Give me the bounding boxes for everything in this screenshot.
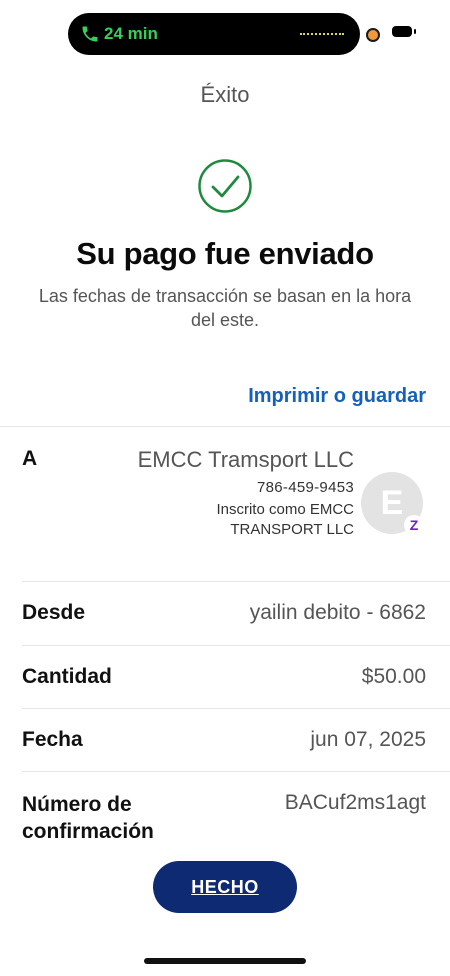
from-value: yailin debito - 6862 — [249, 601, 426, 624]
print-or-save-link[interactable]: Imprimir o guardar — [248, 385, 426, 408]
camera-indicator-icon — [366, 28, 380, 42]
from-label: Desde — [22, 601, 86, 624]
dynamic-island[interactable]: 24 min — [68, 13, 360, 55]
recipient-info: EMCC Tramsport LLC 786-459-9453 Inscrito… — [134, 446, 354, 540]
amount-label: Cantidad — [22, 665, 112, 688]
call-duration: 24 min — [104, 24, 158, 43]
amount-value: $50.00 — [361, 665, 426, 688]
recipient-name: EMCC Tramsport LLC — [137, 447, 354, 472]
success-check-icon — [198, 159, 252, 213]
zelle-badge-icon: Z — [404, 515, 424, 535]
success-headline: Su pago fue enviado — [76, 236, 374, 271]
divider — [22, 581, 450, 582]
audio-wave-icon — [300, 33, 344, 35]
confirmation-label: Número de confirmación — [22, 793, 154, 843]
zelle-glyph: Z — [409, 517, 419, 533]
confirmation-value: BACuf2ms1agt — [284, 791, 426, 814]
divider — [22, 708, 450, 709]
recipient-label: A — [22, 447, 38, 470]
recipient-phone: 786-459-9453 — [256, 479, 354, 496]
divider — [0, 426, 450, 427]
date-value: jun 07, 2025 — [310, 728, 426, 751]
done-button[interactable]: HECHO — [153, 861, 297, 913]
battery-icon — [392, 26, 416, 37]
home-indicator[interactable] — [144, 958, 306, 964]
phone-icon — [82, 26, 98, 42]
timezone-note: Las fechas de transacción se basan en la… — [38, 286, 412, 330]
avatar-initial: E — [380, 483, 404, 522]
divider — [22, 771, 450, 772]
recipient-enrolled-name: Inscrito como EMCC TRANSPORT LLC — [216, 501, 354, 538]
divider — [22, 645, 450, 646]
page-title: Éxito — [200, 82, 250, 107]
date-label: Fecha — [22, 728, 83, 751]
